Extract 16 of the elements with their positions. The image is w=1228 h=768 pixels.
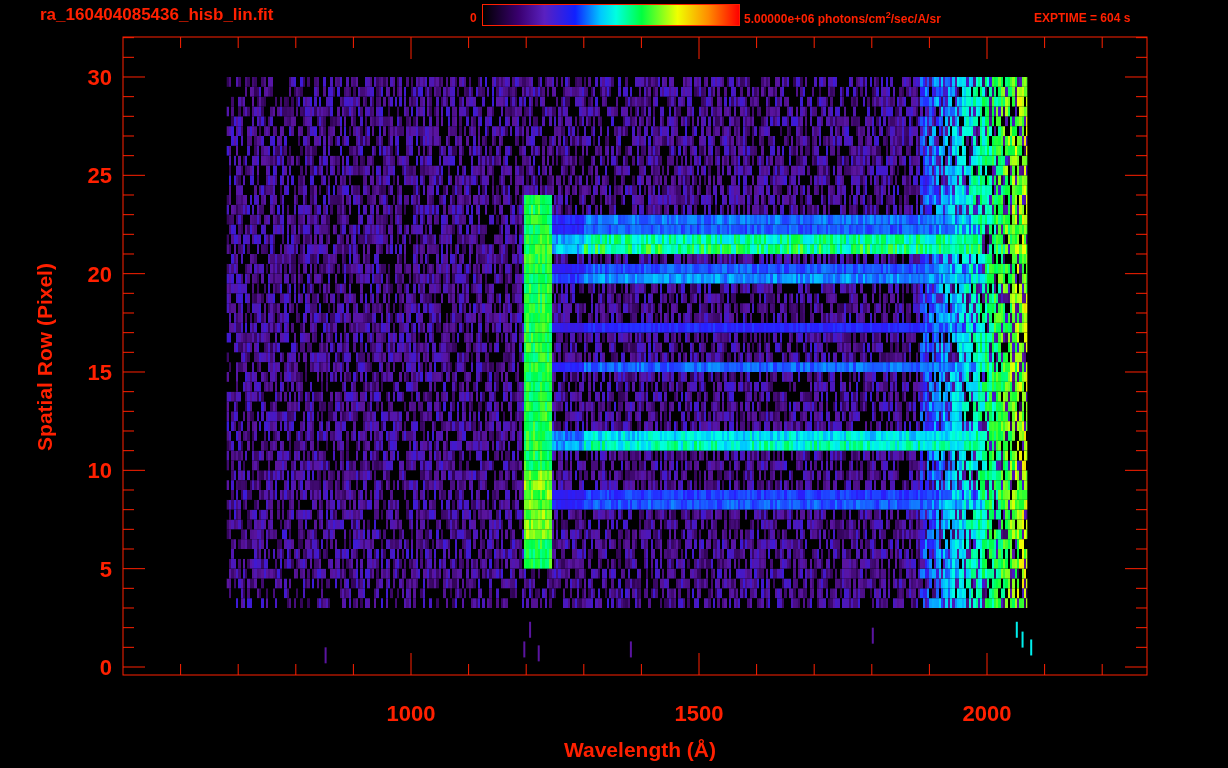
y-axis-title: Spatial Row (Pixel)	[33, 263, 56, 451]
x-axis-title: Wavelength (Å)	[563, 738, 717, 761]
colorbar-min-label: 0	[470, 11, 478, 25]
x-tick-label: 1500	[674, 701, 724, 726]
colorbar-max-label: 5.00000e+06 photons/cm$^{2}$/sec/A/sr	[744, 10, 942, 26]
y-tick-label: 10	[87, 458, 112, 484]
y-tick-label: 30	[87, 65, 112, 90]
y-tick-label: 15	[87, 360, 112, 385]
y-tick-label: 25	[87, 163, 112, 189]
file-title: ra_160404085436_hisb_lin.fit	[40, 5, 275, 25]
y-tick-label: 5	[99, 556, 112, 582]
y-tick-label: 0	[99, 655, 112, 680]
y-tick-label: 20	[87, 261, 112, 287]
x-tick-label: 1000	[386, 701, 436, 726]
x-tick-label: 2000	[962, 701, 1012, 726]
exposure-time-label: EXPTIME = 604 s	[1034, 11, 1131, 25]
